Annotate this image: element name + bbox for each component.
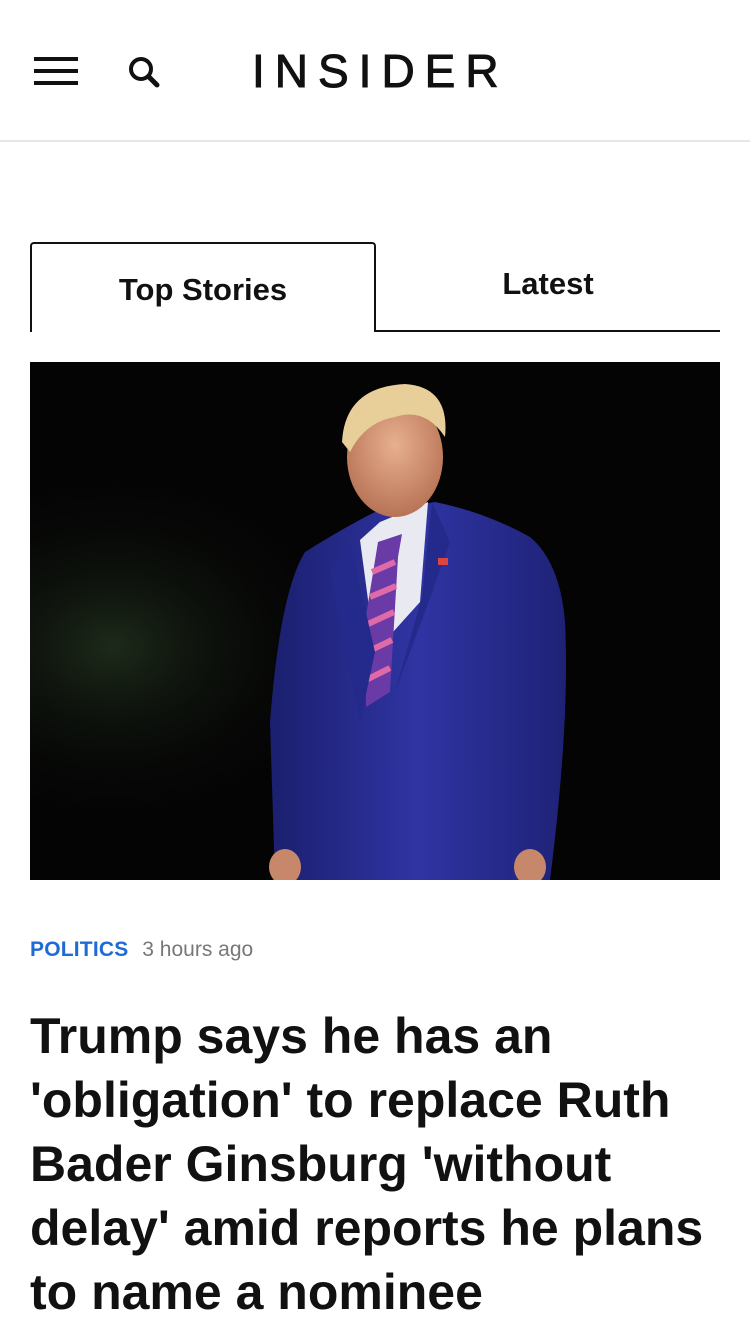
menu-bar — [34, 57, 78, 61]
tab-top-stories[interactable]: Top Stories — [30, 242, 376, 332]
menu-bar — [34, 69, 78, 73]
article-headline[interactable]: Trump says he has an 'obligation' to rep… — [30, 1004, 720, 1324]
site-logo[interactable]: INSIDER — [252, 46, 509, 97]
hamburger-menu-icon[interactable] — [34, 55, 78, 87]
menu-bar — [34, 81, 78, 85]
article-meta: POLITICS 3 hours ago — [30, 936, 253, 964]
story-tabs: Top Stories Latest — [30, 242, 720, 332]
category-label[interactable]: POLITICS — [30, 938, 128, 961]
timestamp: 3 hours ago — [142, 938, 254, 961]
tab-latest[interactable]: Latest — [376, 242, 720, 332]
article-hero-image[interactable] — [30, 362, 720, 880]
site-header: INSIDER — [0, 0, 750, 142]
search-icon[interactable] — [124, 52, 164, 92]
